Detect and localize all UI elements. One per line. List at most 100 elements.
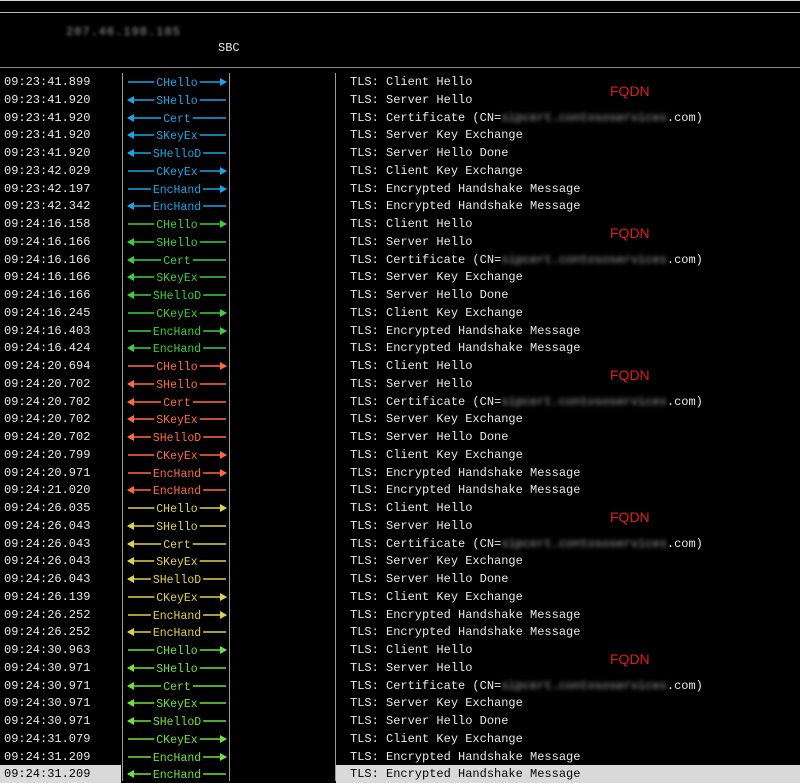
message-row[interactable]: 09:24:26.252 EncHand TLS: Encrypted Handsh… [0, 623, 800, 641]
message-description: TLS: Server Hello [350, 92, 473, 107]
message-row[interactable]: 09:23:41.920 Cert TLS: Certificate (CN=sip… [0, 109, 800, 127]
message-row[interactable]: 09:24:30.971 SKeyEx TLS: Server Key Exchan… [0, 694, 800, 712]
message-row[interactable]: 09:24:26.043 SHelloD TLS: Server Hello Don… [0, 570, 800, 588]
message-row[interactable]: 09:24:30.971 SHello TLS: Server Hello FQDN [0, 651, 800, 677]
arrow-right-icon[interactable]: CKeyEx [126, 446, 228, 464]
message-row[interactable]: 09:24:20.702 Cert TLS: Certificate (CN=sip… [0, 393, 800, 411]
arrow-label: CKeyEx [156, 734, 198, 747]
arrow-label: CHello [156, 77, 198, 90]
arrow-left-icon[interactable]: SKeyEx [126, 268, 228, 286]
message-flow[interactable]: 09:23:41.899 CHello TLS: Client Hello 09:23… [0, 73, 800, 783]
arrow-left-icon[interactable]: SKeyEx [126, 410, 228, 428]
message-row[interactable]: 09:23:42.197 EncHand TLS: Encrypted Handsh… [0, 180, 800, 198]
message-row[interactable]: 09:24:16.158 CHello TLS: Client Hello [0, 215, 800, 233]
message-description: TLS: Client Hello [350, 75, 473, 89]
arrow-right-icon[interactable]: EncHand [126, 322, 228, 340]
arrow-right-icon[interactable]: CHello [126, 357, 228, 375]
message-row[interactable]: 09:24:16.403 EncHand TLS: Encrypted Handsh… [0, 322, 800, 340]
arrow-right-icon[interactable]: EncHand [126, 180, 228, 198]
message-row[interactable]: 09:24:31.209 EncHand TLS: Encrypted Handsh… [0, 765, 800, 783]
arrow-label: EncHand [153, 468, 201, 481]
message-row[interactable]: 09:23:41.920 SHello TLS: Server Hello FQDN [0, 83, 800, 109]
message-row[interactable]: 09:24:16.245 CKeyEx TLS: Client Key Exchan… [0, 304, 800, 322]
message-row[interactable]: 09:24:20.694 CHello TLS: Client Hello [0, 357, 800, 375]
message-timestamp: 09:24:20.702 [4, 376, 91, 391]
arrow-left-icon[interactable]: SHelloD [126, 144, 228, 162]
message-timestamp: 09:24:16.166 [4, 234, 91, 249]
arrow-left-icon[interactable]: SHelloD [126, 712, 228, 730]
arrow-right-icon[interactable]: CKeyEx [126, 730, 228, 748]
message-row[interactable]: 09:24:20.702 SHello TLS: Server Hello FQDN [0, 367, 800, 393]
message-row[interactable]: 09:24:30.971 SHelloD TLS: Server Hello Don… [0, 712, 800, 730]
message-row[interactable]: 09:24:16.166 SHelloD TLS: Server Hello Don… [0, 286, 800, 304]
message-timestamp: 09:24:16.166 [4, 270, 91, 285]
message-timestamp: 09:23:41.920 [4, 92, 91, 107]
message-row[interactable]: 09:23:42.029 CKeyEx TLS: Client Key Exchan… [0, 162, 800, 180]
arrow-left-icon[interactable]: EncHand [126, 197, 228, 215]
arrow-left-icon[interactable]: SHelloD [126, 428, 228, 446]
message-row[interactable]: 09:24:26.252 EncHand TLS: Encrypted Handsh… [0, 606, 800, 624]
message-description: TLS: Client Hello [350, 359, 473, 373]
arrow-left-icon[interactable]: SHello [126, 91, 228, 109]
message-timestamp: 09:24:16.158 [4, 217, 91, 231]
arrow-left-icon[interactable]: SKeyEx [126, 126, 228, 144]
message-row[interactable]: 09:23:42.342 EncHand TLS: Encrypted Handsh… [0, 197, 800, 215]
message-row[interactable]: 09:24:31.209 EncHand TLS: Encrypted Handsh… [0, 748, 800, 766]
message-row[interactable]: 09:24:26.035 CHello TLS: Client Hello [0, 499, 800, 517]
arrow-left-icon[interactable]: SKeyEx [126, 552, 228, 570]
message-row[interactable]: 09:24:26.043 Cert TLS: Certificate (CN=sip… [0, 535, 800, 553]
arrow-label: EncHand [153, 184, 201, 197]
message-row[interactable]: 09:24:26.043 SHello TLS: Server Hello FQDN [0, 509, 800, 535]
message-row[interactable]: 09:24:20.702 SKeyEx TLS: Server Key Exchan… [0, 410, 800, 428]
message-row[interactable]: 09:24:20.799 CKeyEx TLS: Client Key Exchan… [0, 446, 800, 464]
arrow-left-icon[interactable]: Cert [126, 677, 228, 695]
arrow-left-icon[interactable]: EncHand [126, 765, 228, 783]
message-row[interactable]: 09:24:30.971 Cert TLS: Certificate (CN=sip… [0, 677, 800, 695]
arrow-left-icon[interactable]: SHello [126, 517, 228, 535]
message-row[interactable]: 09:24:16.166 SKeyEx TLS: Server Key Exchan… [0, 268, 800, 286]
message-row[interactable]: 09:24:21.020 EncHand TLS: Encrypted Handsh… [0, 481, 800, 499]
desc-prefix: TLS: Certificate (CN= [350, 252, 502, 267]
message-row[interactable]: 09:24:31.079 CKeyEx TLS: Client Key Exchan… [0, 730, 800, 748]
arrow-right-icon[interactable]: CKeyEx [126, 588, 228, 606]
fqdn-annotation: FQDN [610, 366, 650, 383]
message-row[interactable]: 09:23:41.920 SKeyEx TLS: Server Key Exchan… [0, 126, 800, 144]
arrow-left-icon[interactable]: Cert [126, 393, 228, 411]
message-row[interactable]: 09:23:41.899 CHello TLS: Client Hello [0, 73, 800, 91]
message-description: TLS: Server Key Exchange [350, 412, 523, 427]
arrow-right-icon[interactable]: EncHand [126, 748, 228, 766]
arrow-right-icon[interactable]: CKeyEx [126, 304, 228, 322]
message-row[interactable]: 09:24:20.702 SHelloD TLS: Server Hello Don… [0, 428, 800, 446]
arrow-left-icon[interactable]: EncHand [126, 623, 228, 641]
message-row[interactable]: 09:24:16.424 EncHand TLS: Encrypted Handsh… [0, 339, 800, 357]
arrow-left-icon[interactable]: SHelloD [126, 286, 228, 304]
message-timestamp: 09:23:42.197 [4, 181, 91, 196]
arrow-left-icon[interactable]: SHello [126, 659, 228, 677]
arrow-left-icon[interactable]: SKeyEx [126, 694, 228, 712]
arrow-left-icon[interactable]: SHelloD [126, 570, 228, 588]
arrow-left-icon[interactable]: Cert [126, 109, 228, 127]
message-row[interactable]: 09:24:20.971 EncHand TLS: Encrypted Handsh… [0, 464, 800, 482]
message-row[interactable]: 09:24:26.043 SKeyEx TLS: Server Key Exchan… [0, 552, 800, 570]
arrow-left-icon[interactable]: EncHand [126, 481, 228, 499]
message-row[interactable]: 09:24:30.963 CHello TLS: Client Hello [0, 641, 800, 659]
arrow-right-icon[interactable]: CHello [126, 73, 228, 91]
arrow-right-icon[interactable]: CKeyEx [126, 162, 228, 180]
arrow-right-icon[interactable]: EncHand [126, 464, 228, 482]
arrow-label: SHello [156, 663, 198, 676]
arrow-left-icon[interactable]: SHello [126, 233, 228, 251]
arrow-right-icon[interactable]: CHello [126, 215, 228, 233]
message-row[interactable]: 09:24:16.166 SHello TLS: Server Hello FQDN [0, 225, 800, 251]
message-row[interactable]: 09:24:26.139 CKeyEx TLS: Client Key Exchan… [0, 588, 800, 606]
arrow-left-icon[interactable]: SHello [126, 375, 228, 393]
arrow-left-icon[interactable]: EncHand [126, 339, 228, 357]
desc-suffix: .com) [666, 536, 703, 551]
arrow-left-icon[interactable]: Cert [126, 535, 228, 553]
message-row[interactable]: 09:23:41.920 SHelloD TLS: Server Hello Don… [0, 144, 800, 162]
arrow-right-icon[interactable]: CHello [126, 641, 228, 659]
message-timestamp: 09:24:21.020 [4, 483, 91, 498]
message-row[interactable]: 09:24:16.166 Cert TLS: Certificate (CN=sip… [0, 251, 800, 269]
arrow-left-icon[interactable]: Cert [126, 251, 228, 269]
arrow-right-icon[interactable]: CHello [126, 499, 228, 517]
arrow-right-icon[interactable]: EncHand [126, 606, 228, 624]
